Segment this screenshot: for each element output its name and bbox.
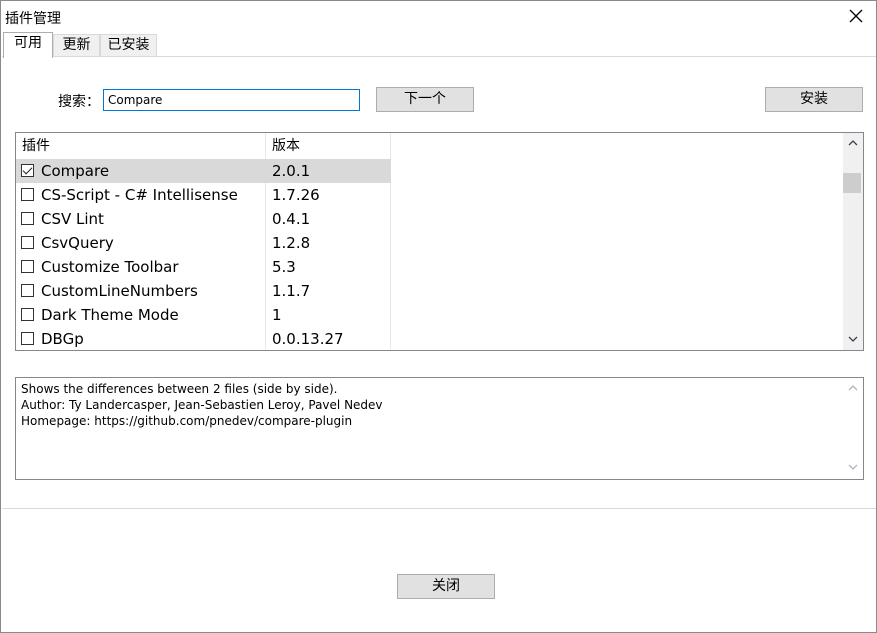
close-icon[interactable] (847, 7, 865, 25)
install-button[interactable]: 安装 (765, 87, 863, 112)
tab-available[interactable]: 可用 (3, 32, 53, 58)
window-title: 插件管理 (5, 11, 61, 27)
plugin-name: CustomLineNumbers (41, 282, 198, 300)
plugin-version: 1.2.8 (272, 234, 311, 252)
plugin-row[interactable]: CsvQuery 1.2.8 (16, 231, 391, 255)
plugin-row[interactable]: Compare 2.0.1 (16, 159, 391, 183)
description-line: Author: Ty Landercasper, Jean-Sebastien … (21, 398, 383, 412)
checkbox[interactable] (21, 284, 34, 297)
plugin-version: 1 (272, 306, 282, 324)
column-header-plugin[interactable]: 插件 (16, 133, 266, 159)
plugin-version: 0.0.13.27 (272, 330, 344, 348)
plugin-list[interactable]: 插件 版本 Compare 2.0.1 CS-Script - C# Intelli… (15, 132, 864, 351)
plugin-row[interactable]: Dark Theme Mode 1 (16, 303, 391, 327)
plugin-name: Compare (41, 162, 110, 180)
plugin-name: CsvQuery (41, 234, 114, 252)
close-button[interactable]: 关闭 (397, 574, 495, 599)
plugin-version: 2.0.1 (272, 162, 311, 180)
plugin-version: 0.4.1 (272, 210, 311, 228)
plugin-version: 1.1.7 (272, 282, 311, 300)
plugin-name: Dark Theme Mode (41, 306, 179, 324)
tab-installed[interactable]: 已安装 (100, 34, 157, 56)
tab-updates[interactable]: 更新 (53, 34, 100, 56)
plugin-row[interactable]: CustomLineNumbers 1.1.7 (16, 279, 391, 303)
chevron-up-icon[interactable] (843, 380, 863, 397)
description-line: Homepage: https://github.com/pnedev/comp… (21, 414, 353, 428)
plugin-description[interactable]: Shows the differences between 2 files (s… (15, 377, 864, 480)
checkbox[interactable] (21, 260, 34, 273)
plugin-row[interactable]: Customize Toolbar 5.3 (16, 255, 391, 279)
plugin-name: CS-Script - C# Intellisense (41, 186, 238, 204)
column-header-version[interactable]: 版本 (266, 133, 391, 159)
plugin-version: 5.3 (272, 258, 296, 276)
plugin-name: DBGp (41, 330, 84, 348)
checkbox[interactable] (21, 212, 34, 225)
plugin-row[interactable]: DBGp 0.0.13.27 (16, 327, 391, 350)
search-input[interactable] (103, 89, 360, 111)
chevron-up-icon[interactable] (843, 135, 863, 152)
plugin-version: 1.7.26 (272, 186, 320, 204)
plugin-manager-window: 插件管理 可用 更新 已安装 搜索： 下一个 安装 插件 版本 Compare 2… (0, 0, 877, 633)
checkbox[interactable] (21, 188, 34, 201)
plugin-row[interactable]: CS-Script - C# Intellisense 1.7.26 (16, 183, 391, 207)
checkbox[interactable] (21, 308, 34, 321)
chevron-down-icon[interactable] (843, 459, 863, 476)
list-scrollbar[interactable] (843, 133, 863, 350)
plugin-row[interactable]: CSV Lint 0.4.1 (16, 207, 391, 231)
search-label: 搜索： (58, 94, 100, 110)
checkbox[interactable] (21, 236, 34, 249)
checkbox-checked[interactable] (21, 164, 34, 177)
scrollbar-thumb[interactable] (843, 173, 861, 193)
description-scrollbar[interactable] (843, 378, 863, 479)
next-button[interactable]: 下一个 (376, 87, 474, 112)
plugin-name: Customize Toolbar (41, 258, 179, 276)
checkbox[interactable] (21, 332, 34, 345)
chevron-down-icon[interactable] (843, 331, 863, 348)
description-line: Shows the differences between 2 files (s… (21, 382, 338, 396)
plugin-name: CSV Lint (41, 210, 104, 228)
